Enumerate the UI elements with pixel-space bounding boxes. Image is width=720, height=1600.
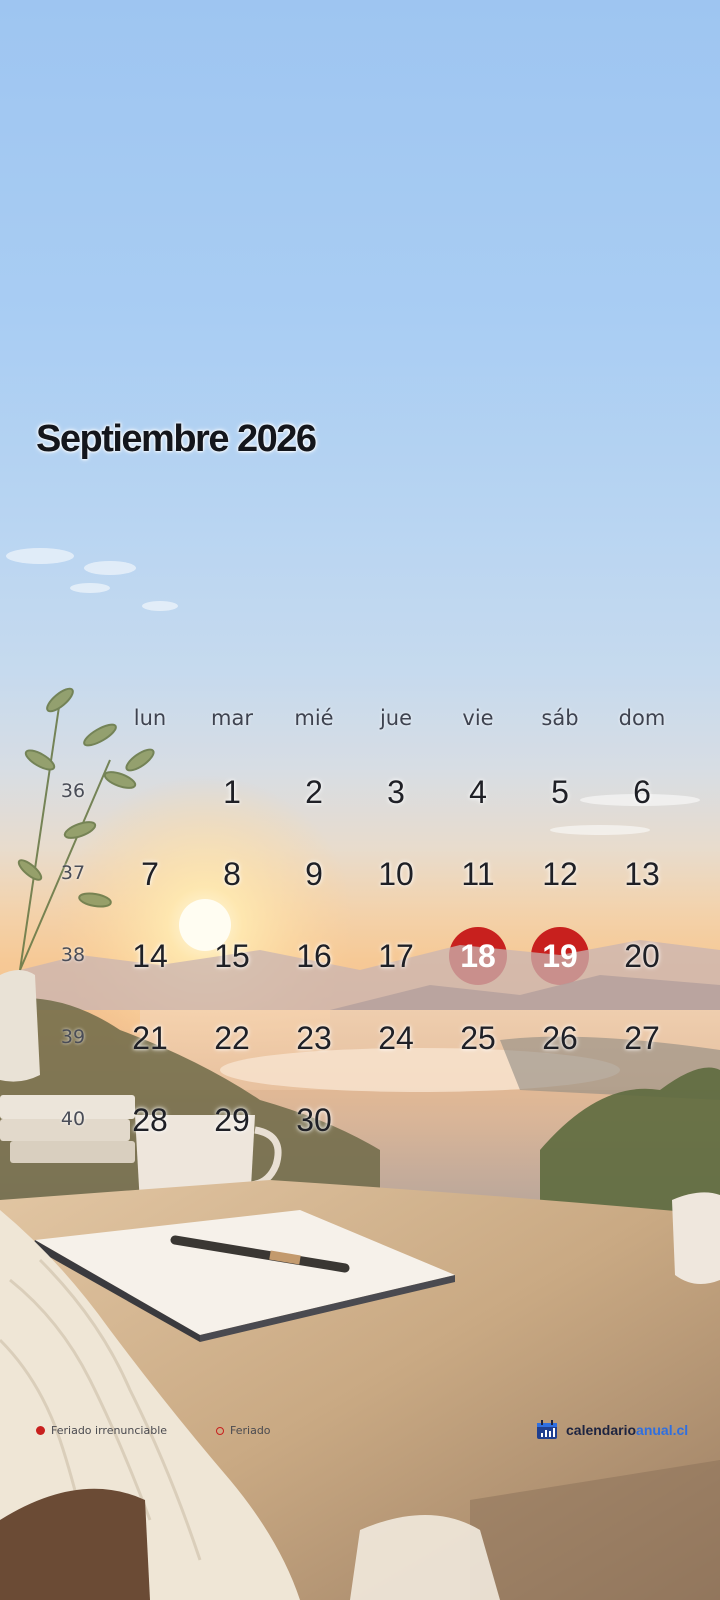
calendar-day[interactable]: 10 [361,844,431,904]
weekday-header: vie [462,706,494,730]
calendar-day[interactable]: 25 [443,1008,513,1068]
calendar-day[interactable]: 6 [607,762,677,822]
calendar-day[interactable]: 29 [197,1090,267,1150]
legend-holiday-label: Feriado [230,1424,271,1437]
calendar-day[interactable]: 27 [607,1008,677,1068]
calendar-day[interactable]: 30 [279,1090,349,1150]
calendar-day[interactable]: 23 [279,1008,349,1068]
week-number: 39 [60,1026,86,1048]
calendar-day[interactable]: 17 [361,926,431,986]
calendar-day[interactable]: 9 [279,844,349,904]
week-number: 37 [60,862,86,884]
legend-irrenunciable-label: Feriado irrenunciable [51,1424,168,1437]
day-number: 19 [542,937,578,974]
calendar-day[interactable]: 20 [607,926,677,986]
calendar-day[interactable]: 14 [115,926,185,986]
brand-name: calendario [566,1422,637,1438]
calendar-day[interactable]: 24 [361,1008,431,1068]
calendar-day[interactable]: 26 [525,1008,595,1068]
calendar-chart-icon [537,1420,557,1439]
week-number: 40 [60,1108,86,1130]
week-number: 38 [60,944,86,966]
calendar-day[interactable]: 21 [115,1008,185,1068]
legend-irrenunciable: Feriado irrenunciable [36,1424,167,1437]
calendar-day[interactable]: 7 [115,844,185,904]
calendar-day[interactable]: 15 [197,926,267,986]
holiday-irrenunciable-day[interactable]: 19 [525,926,595,986]
outlined-red-dot-icon [216,1426,224,1435]
holiday-irrenunciable-day[interactable]: 18 [443,926,513,986]
month-title: Septiembre 2026 [36,418,317,460]
calendar-day[interactable]: 5 [525,762,595,822]
calendar-day[interactable]: 13 [607,844,677,904]
weekday-header: mié [294,706,334,730]
filled-red-dot-icon [36,1426,45,1435]
calendar-day[interactable]: 3 [361,762,431,822]
weekday-header: lun [133,706,167,730]
calendar-day[interactable]: 16 [279,926,349,986]
calendar-day[interactable]: 4 [443,762,513,822]
calendar-day[interactable]: 2 [279,762,349,822]
calendar-day[interactable]: 8 [197,844,267,904]
weekday-header: sáb [541,706,579,730]
brand-logo[interactable]: calendarioanual.cl [536,1420,688,1440]
week-number: 36 [60,780,86,802]
weekday-header: mar [211,706,253,730]
calendar-day[interactable]: 22 [197,1008,267,1068]
weekday-header: jue [379,706,413,730]
calendar-day[interactable]: 12 [525,844,595,904]
calendar-day[interactable]: 1 [197,762,267,822]
legend-holiday: Feriado [216,1424,271,1437]
day-number: 18 [460,937,496,974]
calendar-day[interactable]: 28 [115,1090,185,1150]
calendar-day[interactable]: 11 [443,844,513,904]
weekday-header: dom [618,706,666,730]
brand-name-accent: anual.cl [636,1422,689,1438]
